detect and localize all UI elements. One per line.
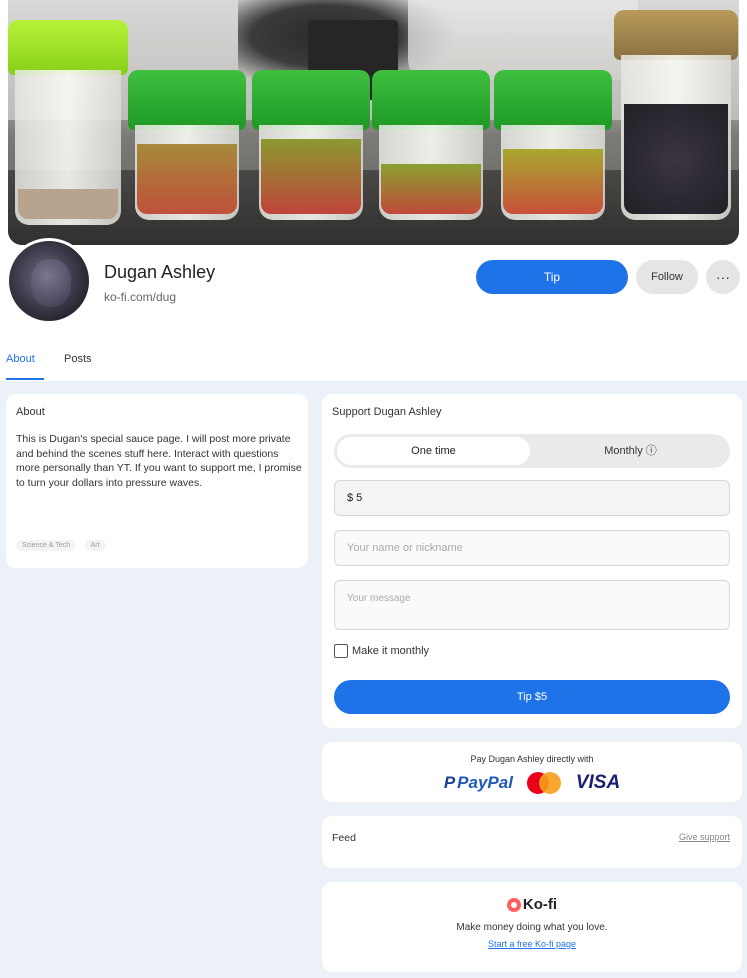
kofi-cup-icon bbox=[506, 898, 521, 913]
more-options-button[interactable]: ··· bbox=[706, 260, 740, 294]
tab-posts[interactable]: Posts bbox=[64, 353, 92, 365]
tag-list: Science & Tech Art bbox=[16, 534, 110, 552]
amount-input[interactable] bbox=[334, 480, 730, 516]
kofi-tagline: Make money doing what you love. bbox=[456, 922, 608, 933]
jar-2 bbox=[128, 70, 246, 220]
avatar bbox=[6, 238, 92, 324]
cover-bottle bbox=[408, 0, 638, 80]
tag[interactable]: Art bbox=[84, 540, 106, 551]
kofi-logo: Ko-fi bbox=[322, 896, 742, 913]
make-monthly-row[interactable]: Make it monthly bbox=[334, 644, 429, 658]
visa-logo: VISA bbox=[575, 772, 621, 793]
follow-button[interactable]: Follow bbox=[636, 260, 698, 294]
frequency-toggle: One time Monthly ⓘ bbox=[334, 434, 730, 468]
paypal-icon: P bbox=[443, 773, 456, 792]
about-card: About This is Dugan's special sauce page… bbox=[6, 394, 308, 568]
payment-logos: P PayPal VISA bbox=[322, 772, 742, 794]
about-text: This is Dugan's special sauce page. I wi… bbox=[16, 433, 302, 489]
payment-text: Pay Dugan Ashley directly with bbox=[470, 754, 594, 764]
name-input[interactable] bbox=[334, 530, 730, 566]
one-time-option[interactable]: One time bbox=[337, 437, 530, 465]
feed-card: Feed Give support bbox=[322, 816, 742, 868]
paypal-logo: P PayPal bbox=[443, 773, 513, 792]
jar-1 bbox=[8, 20, 128, 225]
jar-6 bbox=[614, 10, 738, 220]
feed-title: Feed bbox=[332, 832, 356, 844]
monthly-option[interactable]: Monthly ⓘ bbox=[534, 437, 727, 465]
make-monthly-label: Make it monthly bbox=[352, 644, 430, 657]
cover-image bbox=[8, 0, 739, 245]
profile-tabs: About Posts bbox=[0, 345, 747, 381]
profile-handle[interactable]: ko-fi.com/dug bbox=[104, 290, 176, 304]
tip-button[interactable]: Tip bbox=[476, 260, 628, 294]
jar-5 bbox=[494, 70, 612, 220]
payment-card: Pay Dugan Ashley directly with P PayPal V… bbox=[322, 742, 742, 802]
message-input[interactable] bbox=[334, 580, 730, 630]
mastercard-icon bbox=[527, 772, 562, 794]
start-kofi-link[interactable]: Start a free Ko-fi page bbox=[322, 939, 742, 949]
about-title: About bbox=[16, 406, 45, 418]
make-monthly-checkbox[interactable] bbox=[334, 644, 348, 658]
support-title: Support Dugan Ashley bbox=[332, 406, 442, 418]
active-tab-indicator bbox=[6, 378, 44, 380]
support-card: Support Dugan Ashley One time Monthly ⓘ … bbox=[322, 394, 742, 728]
tag[interactable]: Science & Tech bbox=[16, 540, 77, 551]
give-support-link[interactable]: Give support bbox=[679, 832, 730, 842]
tip-submit-button[interactable]: Tip $5 bbox=[334, 680, 730, 714]
jar-4 bbox=[372, 70, 490, 220]
profile-name: Dugan Ashley bbox=[104, 262, 216, 282]
tab-about[interactable]: About bbox=[6, 353, 35, 365]
jar-3 bbox=[252, 70, 370, 220]
kofi-promo-card: Ko-fi Make money doing what you love. St… bbox=[322, 882, 742, 972]
